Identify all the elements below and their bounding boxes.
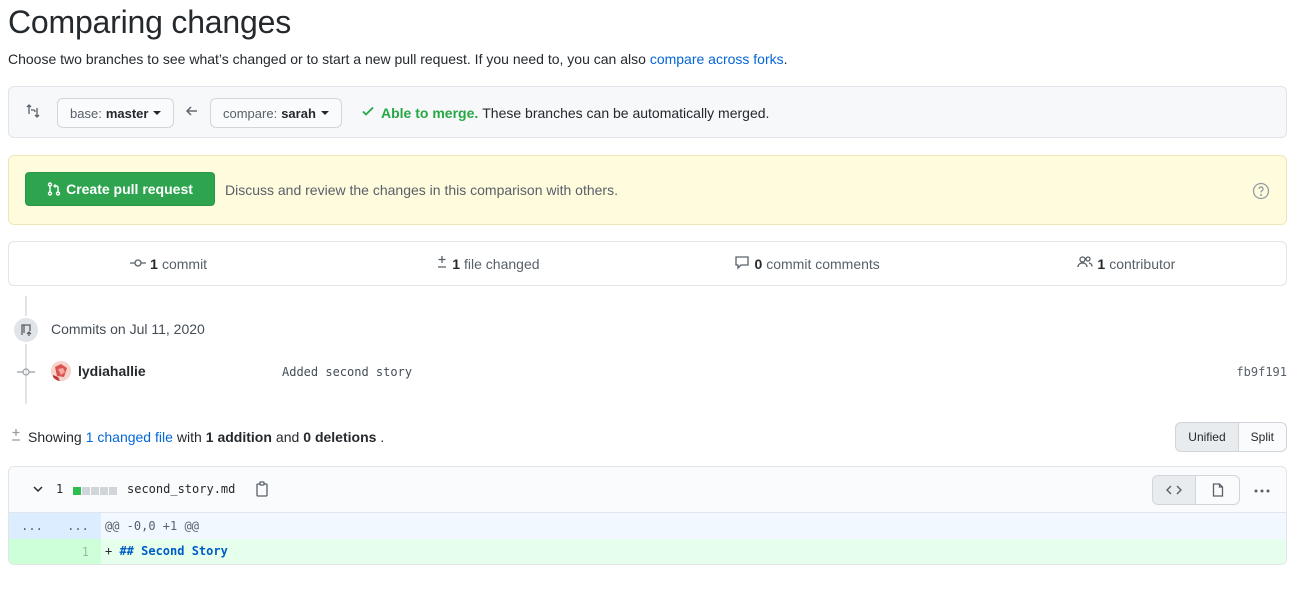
compare-across-forks-link[interactable]: compare across forks bbox=[650, 51, 784, 67]
toc-end: . bbox=[380, 428, 385, 445]
range-editor: base: master compare: sarah Able to merg… bbox=[8, 86, 1287, 138]
caret-down-icon bbox=[153, 111, 162, 115]
compare-branch-name: sarah bbox=[281, 105, 316, 121]
files-changed-tab[interactable]: 1 file changed bbox=[328, 254, 647, 273]
file-view-buttons bbox=[1152, 475, 1240, 505]
hunk-header: @@ -0,0 +1 @@ bbox=[105, 519, 199, 533]
commit-message[interactable]: Added second story bbox=[282, 365, 412, 379]
git-pull-request-icon bbox=[47, 182, 61, 196]
toc-with: with bbox=[176, 428, 202, 445]
kebab-horizontal-icon[interactable] bbox=[1254, 480, 1270, 498]
toc-showing: Showing bbox=[28, 428, 82, 445]
file-name[interactable]: second_story.md bbox=[127, 482, 235, 496]
diffstat-block bbox=[82, 487, 90, 495]
diff-icon bbox=[436, 254, 448, 273]
merge-ok-label: Able to merge. bbox=[381, 104, 479, 121]
avatar[interactable] bbox=[51, 361, 71, 381]
hunk-header-row: ... ... @@ -0,0 +1 @@ bbox=[9, 513, 1286, 539]
file-diff: 1 second_story.md ... ... @@ -0,0 +1 @@ … bbox=[8, 466, 1287, 565]
diffstat-block bbox=[100, 487, 108, 495]
repo-push-icon bbox=[12, 316, 40, 344]
diff-addition-row: 1 + ## Second Story bbox=[9, 539, 1286, 564]
git-compare-icon bbox=[25, 103, 43, 121]
contributors-tab[interactable]: 1 contributor bbox=[967, 255, 1286, 272]
question-icon[interactable] bbox=[1252, 182, 1270, 200]
commit-comments-tab[interactable]: 0 commit comments bbox=[648, 254, 967, 273]
chevron-down-icon[interactable] bbox=[31, 482, 45, 501]
timeline-line bbox=[25, 296, 27, 404]
create-pull-request-button[interactable]: Create pull request bbox=[25, 172, 215, 206]
diff-view-toggle: Unified Split bbox=[1175, 422, 1287, 452]
expand-right-line-number[interactable]: ... bbox=[55, 513, 101, 539]
people-icon bbox=[1077, 255, 1094, 272]
diff-line-code: + ## Second Story bbox=[105, 544, 228, 558]
compare-branch-select[interactable]: compare: sarah bbox=[210, 98, 342, 128]
unified-view-button[interactable]: Unified bbox=[1175, 422, 1239, 452]
clippy-icon[interactable] bbox=[255, 481, 269, 502]
files-count: 1 bbox=[452, 255, 461, 272]
file-icon[interactable] bbox=[1196, 475, 1240, 505]
new-line-number[interactable]: 1 bbox=[55, 539, 101, 564]
git-commit-icon bbox=[130, 256, 147, 272]
contributors-count: 1 bbox=[1097, 255, 1106, 272]
commits-count: 1 bbox=[150, 255, 158, 272]
diff-toc: Showing 1 changed file with 1 addition a… bbox=[10, 427, 384, 446]
comments-count: 0 bbox=[754, 255, 763, 272]
diffstat-block bbox=[73, 487, 81, 495]
split-view-button[interactable]: Split bbox=[1238, 422, 1287, 452]
diff-icon bbox=[10, 427, 22, 446]
code-icon[interactable] bbox=[1152, 475, 1196, 505]
file-header: 1 second_story.md bbox=[9, 467, 1286, 513]
subtitle-text: Choose two branches to see what’s change… bbox=[8, 51, 646, 67]
changed-files-link[interactable]: 1 changed file bbox=[86, 429, 173, 445]
commit-node-icon bbox=[17, 365, 35, 379]
flash-text: Discuss and review the changes in this c… bbox=[225, 182, 618, 198]
diffstat-blocks bbox=[73, 487, 117, 495]
base-branch-select[interactable]: base: master bbox=[57, 98, 175, 128]
diffstat-count: 1 bbox=[56, 482, 64, 496]
toc-deletions: 0 deletions bbox=[303, 428, 377, 445]
commit-sha[interactable]: fb9f191 bbox=[1236, 365, 1287, 379]
base-prefix: base: bbox=[70, 105, 102, 121]
old-line-number bbox=[9, 539, 55, 564]
diffstat-block bbox=[109, 487, 117, 495]
arrow-left-icon bbox=[185, 104, 199, 121]
compare-page: Comparing changes Choose two branches to… bbox=[0, 0, 1305, 592]
comment-icon bbox=[734, 254, 750, 273]
commit-author[interactable]: lydiahallie bbox=[78, 363, 146, 379]
base-branch-name: master bbox=[105, 105, 149, 121]
files-label: file changed bbox=[464, 255, 540, 272]
compare-prefix: compare: bbox=[223, 105, 278, 121]
expand-left-line-number[interactable]: ... bbox=[9, 513, 55, 539]
page-title: Comparing changes bbox=[8, 4, 291, 40]
create-pr-flash: Create pull request Discuss and review t… bbox=[8, 155, 1287, 225]
diff-line-prefix: + bbox=[105, 544, 120, 558]
diffstat-block bbox=[91, 487, 99, 495]
numbers-summary: 1 commit 1 file changed 0 commit comment… bbox=[8, 241, 1287, 286]
toc-additions: 1 addition bbox=[205, 428, 272, 445]
contributors-label: contributor bbox=[1109, 255, 1176, 272]
comments-label: commit comments bbox=[766, 255, 880, 272]
create-pull-request-label: Create pull request bbox=[66, 181, 193, 197]
subtitle-end: . bbox=[783, 51, 788, 67]
commits-tab[interactable]: 1 commit bbox=[9, 256, 328, 272]
merge-status-text: These branches can be automatically merg… bbox=[482, 104, 770, 121]
check-icon bbox=[361, 104, 375, 121]
commits-label: commit bbox=[161, 255, 208, 272]
page-subtitle: Choose two branches to see what’s change… bbox=[8, 51, 788, 67]
merge-status: Able to merge. These branches can be aut… bbox=[361, 104, 769, 121]
commits-date-heading: Commits on Jul 11, 2020 bbox=[51, 321, 205, 337]
caret-down-icon bbox=[320, 111, 329, 115]
toc-and: and bbox=[275, 428, 300, 445]
diff-line-content: ## Second Story bbox=[119, 544, 228, 558]
